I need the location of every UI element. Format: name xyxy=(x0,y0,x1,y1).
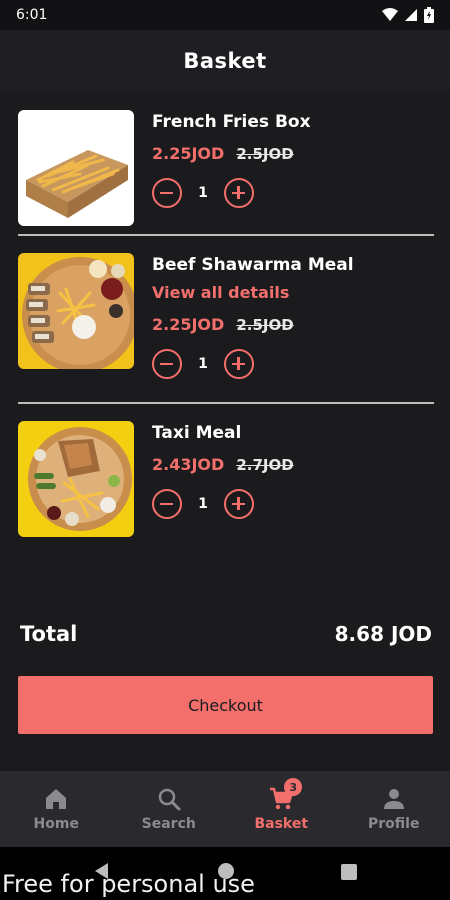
item-price: 2.43JOD xyxy=(152,455,225,474)
cart-icon-wrapper: 3 xyxy=(268,778,303,812)
item-price: 2.25JOD xyxy=(152,315,225,334)
nav-label: Home xyxy=(33,816,79,832)
increase-quantity-button[interactable] xyxy=(224,349,254,379)
wifi-icon xyxy=(382,8,398,21)
item-quantity: 1 xyxy=(198,185,208,201)
french-fries-image xyxy=(18,110,134,226)
page-title: Basket xyxy=(183,49,267,73)
decrease-quantity-button[interactable] xyxy=(152,489,182,519)
total-label: Total xyxy=(20,622,78,646)
item-name: Beef Shawarma Meal xyxy=(152,255,354,275)
item-info: Beef Shawarma Meal View all details 2.25… xyxy=(152,253,432,381)
item-divider xyxy=(18,402,434,404)
item-price: 2.25JOD xyxy=(152,144,225,163)
item-info: French Fries Box 2.25JOD 2.5JOD 1 xyxy=(152,110,432,210)
decrease-quantity-button[interactable] xyxy=(152,349,182,379)
total-value: 8.68 JOD xyxy=(334,622,432,646)
signal-icon xyxy=(405,9,417,21)
total-row: Total 8.68 JOD xyxy=(20,617,432,651)
nav-item-search[interactable]: Search xyxy=(113,771,226,847)
item-name: French Fries Box xyxy=(152,112,311,132)
cart-count-badge: 3 xyxy=(284,778,303,796)
nav-label: Profile xyxy=(368,816,420,832)
watermark-text: Free for personal use xyxy=(2,870,255,898)
nav-item-profile[interactable]: Profile xyxy=(338,771,450,847)
increase-quantity-button[interactable] xyxy=(224,178,254,208)
status-icons xyxy=(382,7,434,23)
bottom-nav: Home Search 3 Basket Profile xyxy=(0,771,450,847)
nav-item-home[interactable]: Home xyxy=(0,771,113,847)
item-quantity: 1 xyxy=(198,356,208,372)
item-quantity: 1 xyxy=(198,496,208,512)
checkout-button[interactable]: Checkout xyxy=(18,676,433,734)
item-name: Taxi Meal xyxy=(152,423,242,443)
item-old-price: 2.5JOD xyxy=(236,145,294,163)
shawarma-image xyxy=(18,253,134,369)
price-row: 2.25JOD 2.5JOD xyxy=(152,144,432,166)
increase-quantity-button[interactable] xyxy=(224,489,254,519)
home-icon xyxy=(46,789,67,809)
taxi-meal-image xyxy=(18,421,134,537)
recents-icon[interactable] xyxy=(340,863,358,881)
nav-item-basket[interactable]: 3 Basket xyxy=(225,771,338,847)
app-bar: Basket xyxy=(0,30,450,92)
quantity-stepper: 1 xyxy=(152,347,432,381)
view-details-link[interactable]: View all details xyxy=(152,281,432,305)
nav-label: Basket xyxy=(254,816,309,832)
item-old-price: 2.5JOD xyxy=(236,316,294,334)
search-icon xyxy=(158,788,181,811)
decrease-quantity-button[interactable] xyxy=(152,178,182,208)
quantity-stepper: 1 xyxy=(152,176,432,210)
status-time: 6:01 xyxy=(16,7,48,23)
battery-icon xyxy=(424,7,434,23)
quantity-stepper: 1 xyxy=(152,487,432,521)
item-info: Taxi Meal 2.43JOD 2.7JOD 1 xyxy=(152,421,432,521)
nav-label: Search xyxy=(141,816,196,832)
person-icon xyxy=(383,789,404,809)
item-divider xyxy=(18,234,434,236)
status-bar: 6:01 xyxy=(0,0,450,30)
price-row: 2.43JOD 2.7JOD xyxy=(152,455,432,477)
price-row: 2.25JOD 2.5JOD xyxy=(152,315,432,337)
item-old-price: 2.7JOD xyxy=(236,456,294,474)
